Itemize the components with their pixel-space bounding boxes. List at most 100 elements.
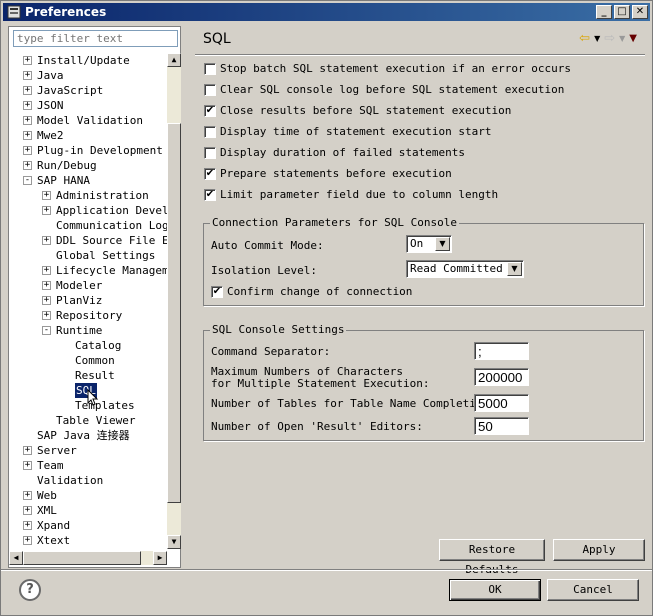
- checkbox-unchecked-icon[interactable]: [204, 63, 216, 75]
- checkbox-unchecked-icon[interactable]: [204, 126, 216, 138]
- tree-item[interactable]: Common: [9, 353, 167, 368]
- close-button[interactable]: ✕: [632, 5, 648, 19]
- tree-item[interactable]: + Run/Debug: [9, 158, 167, 173]
- tree-item[interactable]: + JavaScript: [9, 83, 167, 98]
- tree-item[interactable]: - Runtime: [9, 323, 167, 338]
- tree-item[interactable]: Table Viewer: [9, 413, 167, 428]
- expand-icon[interactable]: +: [23, 116, 32, 125]
- restore-defaults-button[interactable]: Restore Defaults: [439, 539, 545, 576]
- expand-icon[interactable]: +: [23, 446, 32, 455]
- tree-item[interactable]: Communication Log: [9, 218, 167, 233]
- expand-icon[interactable]: +: [23, 506, 32, 515]
- collapse-icon[interactable]: -: [42, 326, 51, 335]
- view-menu-icon[interactable]: ▼: [629, 33, 637, 44]
- expand-icon[interactable]: +: [42, 281, 51, 290]
- tree-item[interactable]: + PlanViz: [9, 293, 167, 308]
- max-chars-input[interactable]: [474, 368, 529, 386]
- expand-icon[interactable]: +: [23, 161, 32, 170]
- forward-arrow-icon[interactable]: ⇨: [604, 31, 615, 46]
- filter-input[interactable]: [13, 30, 178, 47]
- cancel-button[interactable]: Cancel: [547, 579, 639, 601]
- tree-item[interactable]: SAP Java 连接器: [9, 428, 167, 443]
- minimize-button[interactable]: _: [596, 5, 612, 19]
- hscroll-thumb[interactable]: [23, 551, 141, 565]
- checkbox-unchecked-icon[interactable]: [204, 84, 216, 96]
- connection-group-title: Connection Parameters for SQL Console: [210, 216, 460, 229]
- checkbox-checked-icon[interactable]: ✔: [204, 168, 216, 180]
- expand-icon[interactable]: +: [23, 101, 32, 110]
- tree-item[interactable]: + Server: [9, 443, 167, 458]
- pane-sash[interactable]: [184, 26, 188, 568]
- tree-item-label: Install/Update: [37, 54, 130, 67]
- chevron-down-icon[interactable]: ▼: [507, 262, 522, 276]
- tree-item[interactable]: + Model Validation: [9, 113, 167, 128]
- table-completion-input[interactable]: [474, 394, 529, 412]
- tree-item[interactable]: + Web: [9, 488, 167, 503]
- tree-item[interactable]: + Lifecycle Manageme: [9, 263, 167, 278]
- tree-item[interactable]: Catalog: [9, 338, 167, 353]
- preferences-tree: + Install/Update + Java + JavaScript + JSON + Mod…: [9, 53, 167, 549]
- tree-item[interactable]: + JSON: [9, 98, 167, 113]
- tree-item[interactable]: + Modeler: [9, 278, 167, 293]
- collapse-icon[interactable]: -: [23, 176, 32, 185]
- tree-item[interactable]: + Plug-in Development: [9, 143, 167, 158]
- tree-item-label: Java: [37, 69, 64, 82]
- tree-item[interactable]: + DDL Source File Ed: [9, 233, 167, 248]
- command-separator-input[interactable]: [474, 342, 529, 360]
- expand-icon[interactable]: +: [42, 266, 51, 275]
- expand-icon[interactable]: +: [23, 521, 32, 530]
- apply-button[interactable]: Apply: [553, 539, 645, 561]
- tree-item[interactable]: + Xtext: [9, 533, 167, 548]
- scroll-down-icon[interactable]: ▼: [167, 535, 181, 549]
- chevron-down-icon[interactable]: ▼: [435, 237, 450, 251]
- tree-item[interactable]: Result: [9, 368, 167, 383]
- tree-item[interactable]: + Application Develo: [9, 203, 167, 218]
- expand-icon[interactable]: +: [23, 461, 32, 470]
- expand-icon[interactable]: +: [23, 56, 32, 65]
- auto-commit-select[interactable]: On ▼: [406, 235, 452, 253]
- isolation-level-select[interactable]: Read Committed ▼: [406, 260, 524, 278]
- expand-icon[interactable]: +: [23, 491, 32, 500]
- tree-item[interactable]: + Java: [9, 68, 167, 83]
- ok-button[interactable]: OK: [449, 579, 541, 601]
- scroll-left-icon[interactable]: ◀: [9, 551, 23, 565]
- option-label: Close results before SQL statement execu…: [220, 104, 512, 117]
- tree-item-label: Administration: [56, 189, 149, 202]
- tree-item[interactable]: Validation: [9, 473, 167, 488]
- tree-item[interactable]: + Team: [9, 458, 167, 473]
- expand-icon[interactable]: +: [23, 146, 32, 155]
- expand-icon[interactable]: +: [42, 236, 51, 245]
- tree-horizontal-scrollbar[interactable]: ◀ ▶: [9, 551, 167, 565]
- expand-icon[interactable]: +: [23, 536, 32, 545]
- scroll-thumb[interactable]: [167, 123, 181, 503]
- scroll-up-icon[interactable]: ▲: [167, 53, 181, 67]
- checkbox-checked-icon[interactable]: ✔: [204, 105, 216, 117]
- checkbox-checked-icon[interactable]: ✔: [211, 286, 223, 298]
- tree-item[interactable]: + Install/Update: [9, 53, 167, 68]
- tree-item[interactable]: Global Settings: [9, 248, 167, 263]
- tree-item[interactable]: + Administration: [9, 188, 167, 203]
- expand-icon[interactable]: +: [42, 191, 51, 200]
- back-arrow-icon[interactable]: ⇦: [579, 31, 590, 46]
- expand-icon[interactable]: +: [42, 296, 51, 305]
- tree-item[interactable]: + Xpand: [9, 518, 167, 533]
- expand-icon[interactable]: +: [42, 206, 51, 215]
- back-dropdown-icon[interactable]: ▼: [594, 34, 600, 43]
- forward-dropdown-icon[interactable]: ▼: [619, 34, 625, 43]
- checkbox-checked-icon[interactable]: ✔: [204, 189, 216, 201]
- expand-icon[interactable]: +: [23, 131, 32, 140]
- tree-item-label: Web: [37, 489, 57, 502]
- tree-vertical-scrollbar[interactable]: ▲ ▼: [167, 53, 181, 549]
- maximize-button[interactable]: □: [614, 5, 630, 19]
- scroll-right-icon[interactable]: ▶: [153, 551, 167, 565]
- expand-icon[interactable]: +: [23, 86, 32, 95]
- checkbox-unchecked-icon[interactable]: [204, 147, 216, 159]
- tree-item[interactable]: + Mwe2: [9, 128, 167, 143]
- result-editors-input[interactable]: [474, 417, 529, 435]
- help-icon[interactable]: ?: [19, 579, 41, 601]
- tree-item[interactable]: + XML: [9, 503, 167, 518]
- tree-item[interactable]: - SAP HANA: [9, 173, 167, 188]
- expand-icon[interactable]: +: [42, 311, 51, 320]
- tree-item[interactable]: + Repository: [9, 308, 167, 323]
- expand-icon[interactable]: +: [23, 71, 32, 80]
